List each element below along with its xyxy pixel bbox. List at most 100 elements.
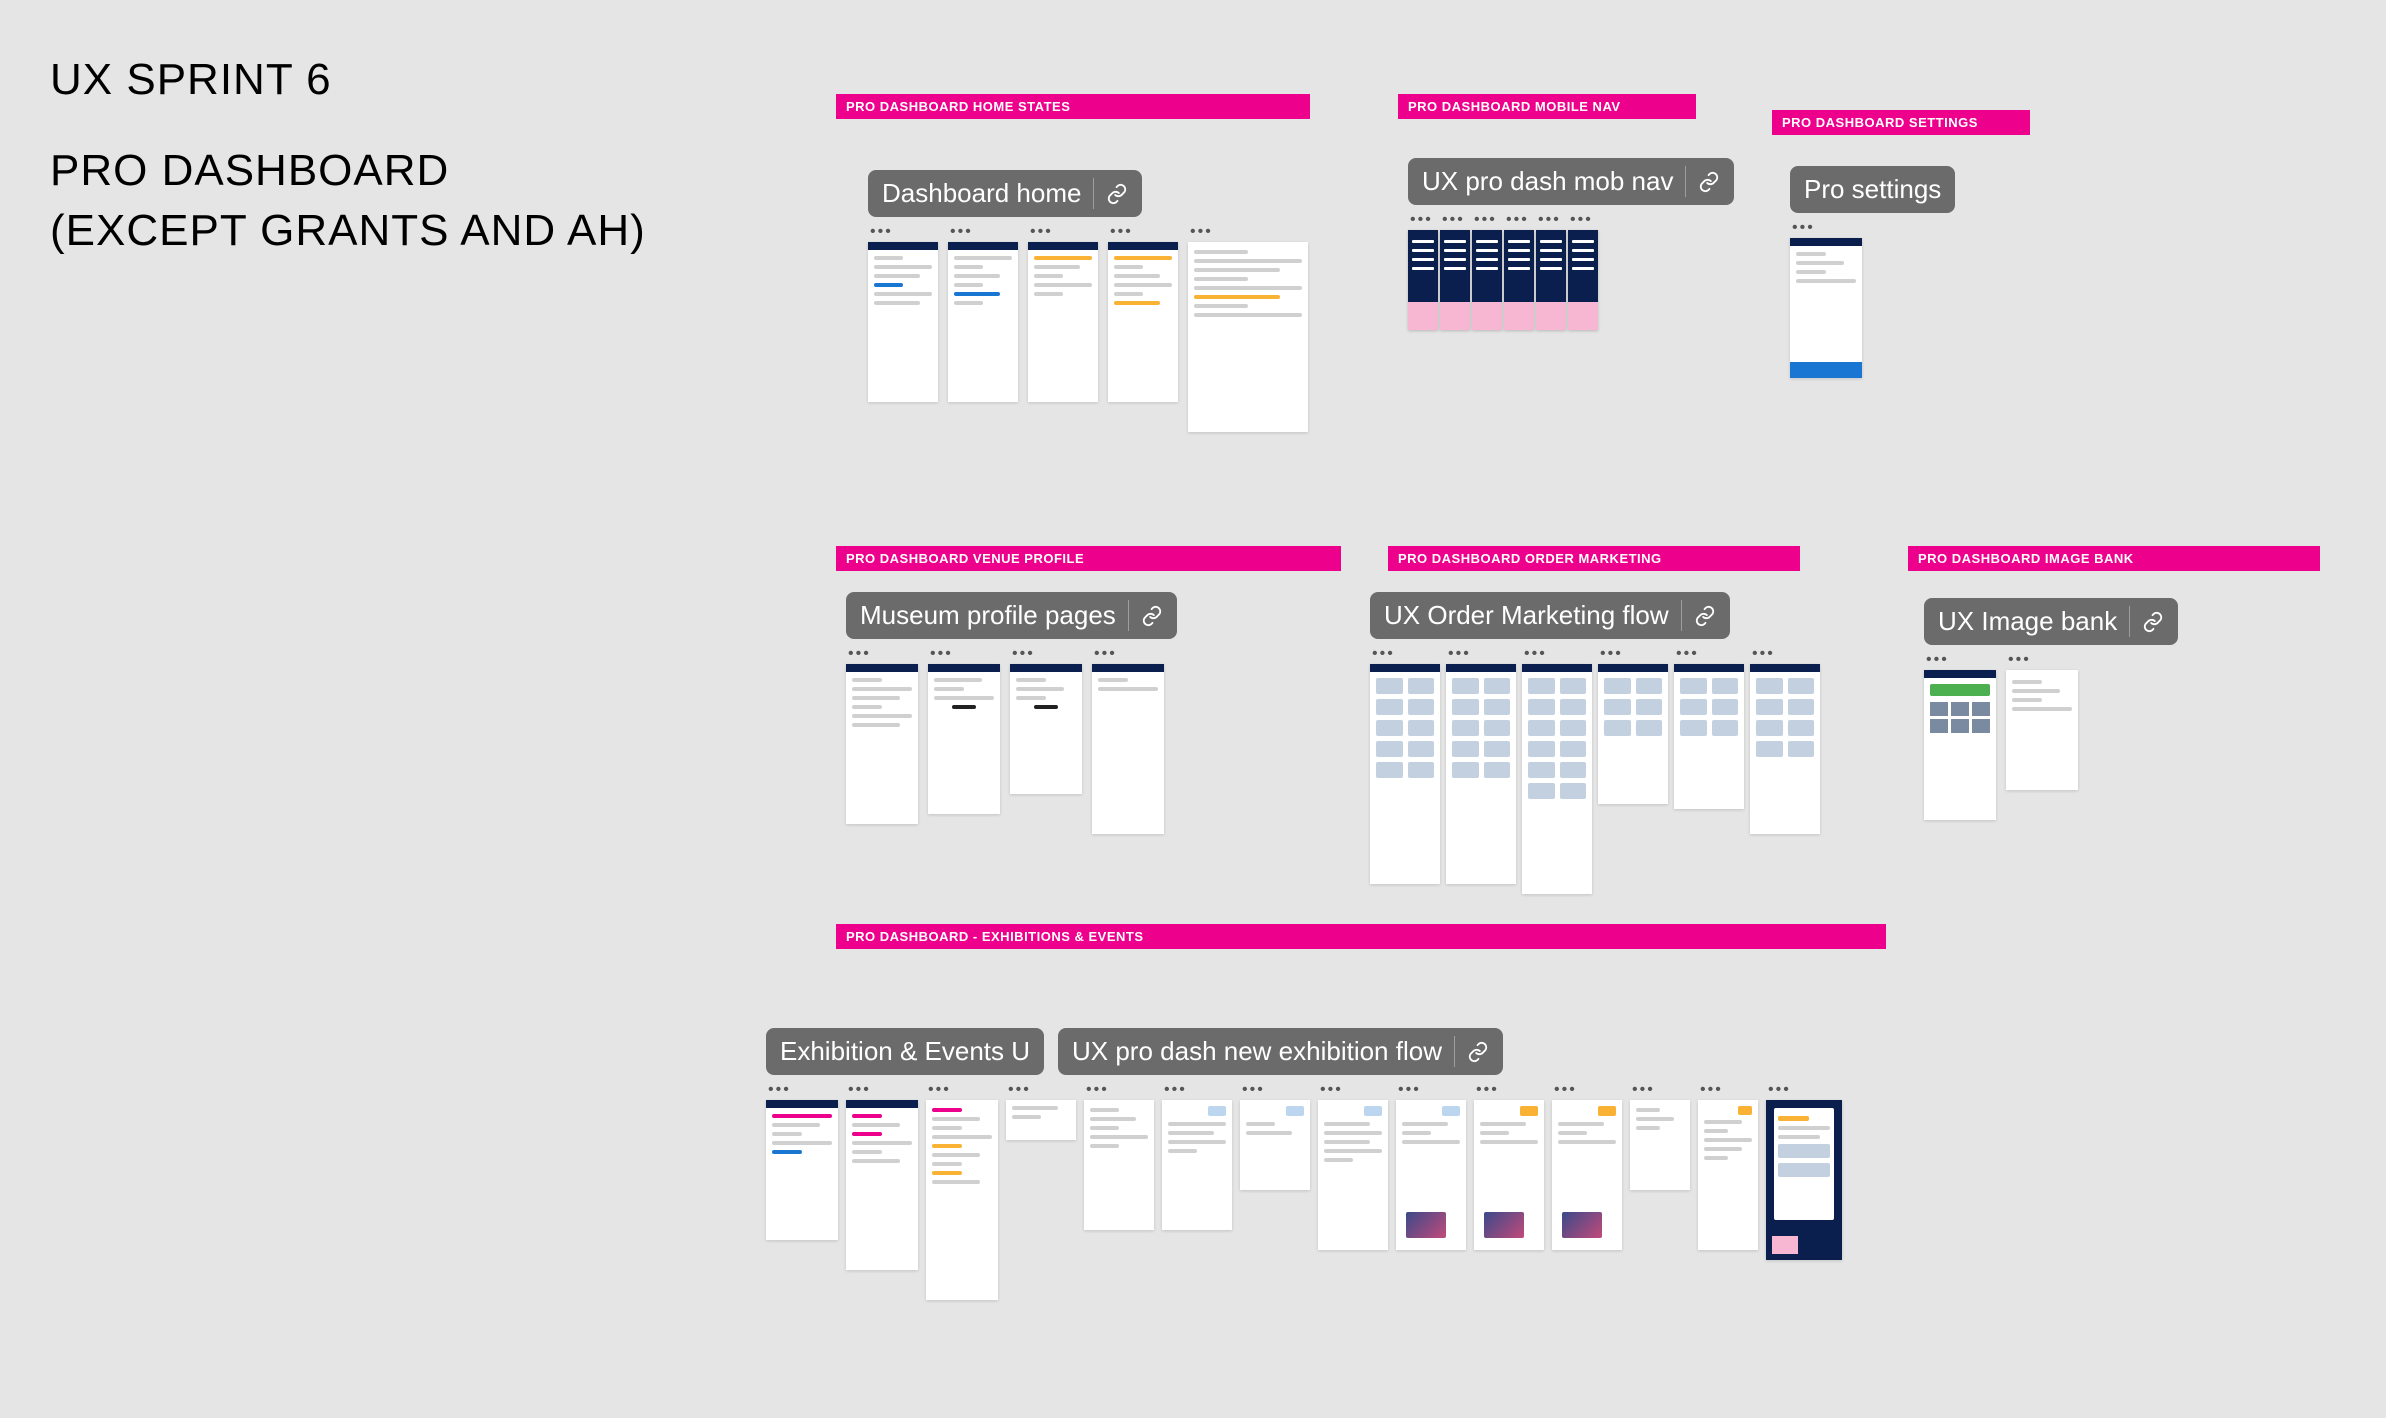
frame-thumb[interactable]: ••• [1504,216,1534,330]
ellipsis-icon: ••• [926,1086,998,1096]
frame-thumb[interactable]: ••• [1630,1086,1690,1190]
frame-thumb[interactable]: ••• [1472,216,1502,330]
frame-thumb[interactable]: ••• [1552,1086,1622,1250]
ellipsis-icon: ••• [868,228,938,238]
link-icon[interactable] [2142,611,2164,633]
ellipsis-icon: ••• [1630,1086,1690,1096]
frame-thumb[interactable]: ••• [1162,1086,1232,1230]
frame-thumb[interactable]: ••• [1440,216,1470,330]
ellipsis-icon: ••• [1396,1086,1466,1096]
page-title: UX SPRINT 6 PRO DASHBOARD (EXCEPT GRANTS… [50,50,646,260]
frame-thumb[interactable]: ••• [1006,1086,1076,1140]
ellipsis-icon: ••• [1790,224,1862,234]
pill-divider [1685,166,1686,197]
section-bar-settings[interactable]: PRO DASHBOARD SETTINGS [1772,110,2030,135]
ellipsis-icon: ••• [1108,228,1178,238]
section-bar-home-states[interactable]: PRO DASHBOARD HOME STATES [836,94,1310,119]
ellipsis-icon: ••• [1092,650,1164,660]
frame-thumb[interactable]: ••• [1240,1086,1310,1190]
flow-pill-order-marketing[interactable]: UX Order Marketing flow [1370,592,1730,639]
ellipsis-icon: ••• [1010,650,1082,660]
frame-thumb[interactable]: ••• [1092,650,1164,834]
frame-thumb[interactable]: ••• [1396,1086,1466,1250]
ellipsis-icon: ••• [1568,216,1598,226]
pill-divider [1093,178,1094,209]
frame-thumb[interactable]: ••• [766,1086,838,1240]
ellipsis-icon: ••• [1536,216,1566,226]
frame-group-exhibitions: ••• ••• ••• ••• ••• ••• ••• ••• [766,1086,1842,1300]
ellipsis-icon: ••• [1370,650,1440,660]
ellipsis-icon: ••• [1084,1086,1154,1096]
frame-thumb[interactable]: ••• [1536,216,1566,330]
section-bar-label: PRO DASHBOARD ORDER MARKETING [1398,551,1662,566]
flow-pill-label: Exhibition & Events U [780,1036,1030,1067]
ellipsis-icon: ••• [2006,656,2078,666]
flow-pill-mobile-nav[interactable]: UX pro dash mob nav [1408,158,1734,205]
frame-thumb[interactable]: ••• [1028,228,1098,402]
link-icon[interactable] [1106,183,1128,205]
frame-thumb[interactable]: ••• [1924,656,1996,820]
ellipsis-icon: ••• [1674,650,1744,660]
title-line-1: UX SPRINT 6 [50,50,646,109]
frame-thumb[interactable]: ••• [1446,650,1516,884]
pill-divider [1128,600,1129,631]
section-bar-order-marketing[interactable]: PRO DASHBOARD ORDER MARKETING [1388,546,1800,571]
link-icon[interactable] [1694,605,1716,627]
ellipsis-icon: ••• [1408,216,1438,226]
frame-thumb[interactable]: ••• [1318,1086,1388,1250]
ellipsis-icon: ••• [1028,228,1098,238]
link-icon[interactable] [1141,605,1163,627]
figma-canvas[interactable]: UX SPRINT 6 PRO DASHBOARD (EXCEPT GRANTS… [0,0,2386,1418]
ellipsis-icon: ••• [1188,228,1308,238]
frame-thumb[interactable]: ••• [1108,228,1178,402]
frame-thumb[interactable]: ••• [926,1086,998,1300]
frame-thumb[interactable]: ••• [1408,216,1438,330]
flow-pill-label: Dashboard home [882,178,1081,209]
title-line-2: PRO DASHBOARD [50,141,646,200]
frame-thumb[interactable]: ••• [1370,650,1440,884]
ellipsis-icon: ••• [1162,1086,1232,1096]
flow-pill-image-bank[interactable]: UX Image bank [1924,598,2178,645]
flow-pill-settings[interactable]: Pro settings [1790,166,1955,213]
ellipsis-icon: ••• [1552,1086,1622,1096]
flow-pill-dashboard-home[interactable]: Dashboard home [868,170,1142,217]
ellipsis-icon: ••• [1474,1086,1544,1096]
pill-divider [1454,1036,1455,1067]
frame-thumb[interactable]: ••• [1598,650,1668,804]
flow-pill-label: Museum profile pages [860,600,1116,631]
frame-thumb[interactable]: ••• [1568,216,1598,330]
frame-thumb[interactable]: ••• [928,650,1000,814]
frame-thumb[interactable]: ••• [1698,1086,1758,1250]
frame-thumb[interactable]: ••• [1674,650,1744,809]
frame-thumb[interactable]: ••• [1522,650,1592,894]
section-bar-label: PRO DASHBOARD MOBILE NAV [1408,99,1621,114]
ellipsis-icon: ••• [1440,216,1470,226]
frame-thumb[interactable]: ••• [1474,1086,1544,1250]
link-icon[interactable] [1698,171,1720,193]
frame-group-image-bank: ••• ••• [1924,656,2078,820]
ellipsis-icon: ••• [846,650,918,660]
frame-thumb[interactable]: ••• [1010,650,1082,794]
link-icon[interactable] [1467,1041,1489,1063]
section-bar-image-bank[interactable]: PRO DASHBOARD IMAGE BANK [1908,546,2320,571]
flow-pill-venue-profile[interactable]: Museum profile pages [846,592,1177,639]
frame-thumb[interactable]: ••• [1790,224,1862,378]
section-bar-mobile-nav[interactable]: PRO DASHBOARD MOBILE NAV [1398,94,1696,119]
frame-thumb[interactable]: ••• [1766,1086,1842,1260]
pill-divider [2129,606,2130,637]
frame-thumb[interactable]: ••• [2006,656,2078,790]
section-bar-venue-profile[interactable]: PRO DASHBOARD VENUE PROFILE [836,546,1341,571]
flow-pill-exhibition-events[interactable]: Exhibition & Events U [766,1028,1044,1075]
frame-thumb[interactable]: ••• [846,650,918,824]
frame-thumb[interactable]: ••• [868,228,938,402]
ellipsis-icon: ••• [948,228,1018,238]
frame-thumb[interactable]: ••• [846,1086,918,1270]
frame-thumb[interactable]: ••• [1188,228,1308,432]
section-bar-exhibitions-events[interactable]: PRO DASHBOARD - EXHIBITIONS & EVENTS [836,924,1886,949]
section-bar-label: PRO DASHBOARD IMAGE BANK [1918,551,2134,566]
flow-pill-new-exhibition-flow[interactable]: UX pro dash new exhibition flow [1058,1028,1503,1075]
frame-thumb[interactable]: ••• [948,228,1018,402]
frame-thumb[interactable]: ••• [1750,650,1820,834]
frame-thumb[interactable]: ••• [1084,1086,1154,1230]
frame-group-settings: ••• [1790,224,1862,378]
